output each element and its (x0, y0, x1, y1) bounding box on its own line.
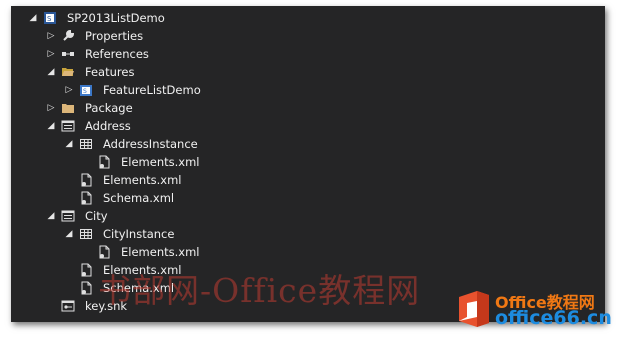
tree-item-label: Elements.xml (121, 245, 200, 259)
xml-file-icon (79, 173, 93, 187)
tree-item[interactable]: Schema.xml (11, 189, 605, 207)
expander-collapsed-icon[interactable]: ▷ (64, 81, 74, 99)
tree-item-label: City (85, 209, 108, 223)
tree-item-label: Schema.xml (103, 191, 175, 205)
tree-item[interactable]: ▷ S FeatureListDemo (11, 81, 605, 99)
tree-item-label: Elements.xml (121, 155, 200, 169)
tree-item-label: Package (85, 101, 133, 115)
xml-file-icon (97, 245, 111, 259)
tree-item[interactable]: ◢ City (11, 207, 605, 225)
tree-item-label: FeatureListDemo (103, 83, 201, 97)
expander-collapsed-icon[interactable]: ▷ (46, 99, 56, 117)
expander-expanded-icon[interactable]: ◢ (46, 117, 56, 135)
tree-item-label: Elements.xml (103, 173, 182, 187)
tree-item[interactable]: Elements.xml (11, 171, 605, 189)
tree-item[interactable]: ◢ AddressInstance (11, 135, 605, 153)
tree-item-label: AddressInstance (103, 137, 198, 151)
expander-expanded-icon[interactable]: ◢ (64, 225, 74, 243)
expander-collapsed-icon[interactable]: ▷ (46, 27, 56, 45)
svg-text:S: S (83, 88, 87, 95)
list-definition-icon (61, 119, 75, 133)
tree-item-label: Properties (85, 29, 144, 43)
tree-item[interactable]: ▷ Package (11, 99, 605, 117)
xml-file-icon (79, 281, 93, 295)
list-definition-icon (61, 209, 75, 223)
xml-file-icon (97, 155, 111, 169)
tree-item-label: CityInstance (103, 227, 175, 241)
expander-expanded-icon[interactable]: ◢ (64, 135, 74, 153)
key-file-icon (61, 299, 75, 313)
tree-item[interactable]: Elements.xml (11, 153, 605, 171)
references-icon (61, 47, 75, 61)
table-icon (79, 227, 93, 241)
expander-expanded-icon[interactable]: ◢ (46, 63, 56, 81)
folder-icon (61, 101, 75, 115)
expander-expanded-icon[interactable]: ◢ (28, 9, 38, 27)
folder-open-icon (61, 65, 75, 79)
tree-item[interactable]: ◢ Features (11, 63, 605, 81)
sharepoint-project-icon: S (43, 11, 57, 25)
table-icon (79, 137, 93, 151)
xml-file-icon (79, 191, 93, 205)
xml-file-icon (79, 263, 93, 277)
tree-item[interactable]: ◢ Address (11, 117, 605, 135)
tree-item-label: SP2013ListDemo (67, 11, 165, 25)
tree-item[interactable]: Elements.xml (11, 243, 605, 261)
office-logo-icon (459, 291, 489, 327)
watermark-text: 书部网-Office教程网 (98, 271, 421, 310)
feature-icon: S (79, 83, 93, 97)
expander-expanded-icon[interactable]: ◢ (46, 207, 56, 225)
tree-item-label: Address (85, 119, 131, 133)
tree-item[interactable]: ◢ S SP2013ListDemo (11, 9, 605, 27)
tree-item-label: Features (85, 65, 135, 79)
tree-item[interactable]: ▷ References (11, 45, 605, 63)
logo-url: office66.cn (495, 307, 612, 329)
tree-item[interactable]: ◢ CityInstance (11, 225, 605, 243)
tree-item[interactable]: ▷ Properties (11, 27, 605, 45)
svg-text:S: S (47, 15, 52, 23)
expander-collapsed-icon[interactable]: ▷ (46, 45, 56, 63)
tree-item-label: References (85, 47, 149, 61)
wrench-icon (61, 29, 75, 43)
office-logo: Office教程网 office66.cn (455, 286, 615, 334)
